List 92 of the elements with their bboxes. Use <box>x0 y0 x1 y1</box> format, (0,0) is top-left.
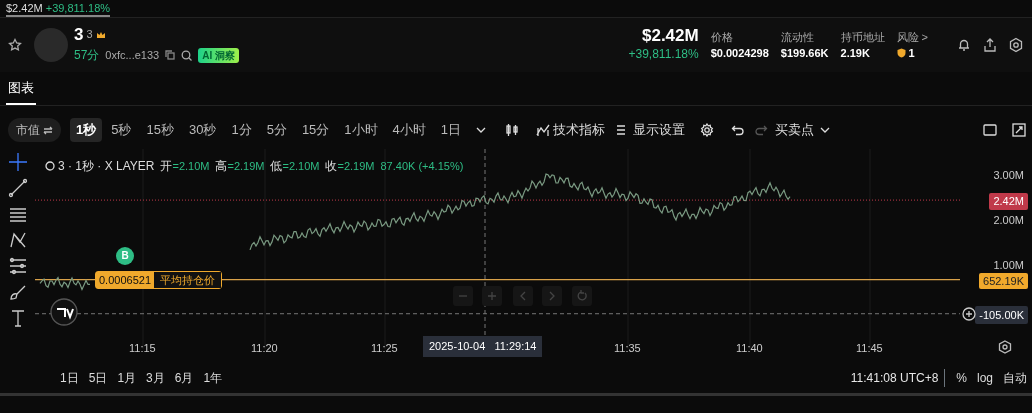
shield-icon <box>896 48 906 59</box>
interval-tab[interactable]: 1分 <box>225 118 258 142</box>
scale-option[interactable]: log <box>972 369 998 387</box>
time-axis-label: 11:40 <box>736 341 763 356</box>
risk-value: 1 <box>908 46 915 61</box>
avatar-placeholder <box>34 28 68 62</box>
ai-insight-badge[interactable]: AI 洞察 <box>198 47 239 63</box>
ticker-price: $2.42M <box>6 1 43 15</box>
range-button[interactable]: 1日 <box>55 369 84 387</box>
trend-line-icon[interactable] <box>7 178 28 198</box>
stat-label: 价格 <box>710 29 734 45</box>
price-axis-label: 2.00M <box>993 213 1024 228</box>
token-name: 3 <box>86 27 93 43</box>
market-cap-toggle[interactable]: 市值 <box>8 118 61 142</box>
indicator-icon <box>536 124 551 136</box>
clock-time: 11:41:08 UTC+8 <box>850 369 946 387</box>
stat-label: 持币地址 <box>840 29 885 45</box>
legend-title: 3 · 1秒 · X LAYER <box>58 158 155 175</box>
price-axis-label: 1.00M <box>993 258 1024 273</box>
average-cost-text: 平均持仓价 <box>154 271 221 289</box>
candles-icon[interactable] <box>505 123 520 137</box>
time-axis-label: 11:35 <box>614 341 641 356</box>
market-cap: $2.42M <box>641 26 699 46</box>
range-button[interactable]: 6月 <box>169 369 199 387</box>
legend-ohlc: 开=2.10M <box>160 158 210 175</box>
interval-tab[interactable]: 5分 <box>260 118 293 142</box>
time-axis-label: 11:25 <box>371 341 398 356</box>
undo-icon[interactable] <box>731 124 746 136</box>
chevron-down-icon[interactable] <box>476 127 487 133</box>
token-age: 57分 <box>74 47 100 64</box>
stat-value: $0.0024298 <box>710 46 769 61</box>
crown-icon <box>95 30 106 39</box>
price-axis-label: 3.00M <box>993 168 1024 183</box>
range-button[interactable]: 1年 <box>198 369 228 387</box>
add-alert-icon[interactable] <box>962 306 976 321</box>
ticker-change: +39,811.18% <box>45 1 111 15</box>
cursor-time-label: 2025-10-04 11:29:14 <box>423 336 543 357</box>
legend-ohlc: 收=2.19M <box>325 158 375 175</box>
token-icon <box>45 161 55 171</box>
fullscreen-icon[interactable] <box>1012 123 1026 137</box>
scale-option[interactable]: % <box>951 369 972 387</box>
interval-tab[interactable]: 1日 <box>434 118 468 142</box>
interval-tab[interactable]: 15秒 <box>140 118 180 142</box>
window-icon[interactable] <box>983 124 997 136</box>
share-icon[interactable] <box>982 37 998 53</box>
current-price-tag: 2.42M <box>989 193 1028 210</box>
swap-icon <box>43 125 53 135</box>
time-axis-label: 11:15 <box>129 341 156 356</box>
settings-icon[interactable] <box>1008 37 1024 53</box>
star-icon[interactable] <box>8 38 22 52</box>
interval-tab[interactable]: 4小时 <box>386 118 432 142</box>
risk-label[interactable]: 风险 > <box>896 28 928 45</box>
stat-label: 流动性 <box>780 29 815 45</box>
range-button[interactable]: 5日 <box>83 369 113 387</box>
legend-ohlc: 低=2.10M <box>270 158 320 175</box>
axis-settings-icon[interactable] <box>998 340 1012 354</box>
pattern-icon[interactable] <box>7 230 28 250</box>
chart-logo-icon <box>50 298 78 326</box>
display-settings-button[interactable]: 显示设置 <box>612 120 690 140</box>
interval-tab[interactable]: 15分 <box>295 118 336 142</box>
interval-tab[interactable]: 1小时 <box>338 118 384 142</box>
time-axis-label: 11:20 <box>251 341 278 356</box>
market-cap-change: +39,811.18% <box>628 46 699 64</box>
buy-marker: B <box>116 247 134 265</box>
crosshair-icon[interactable] <box>7 152 28 172</box>
chevron-down-icon <box>820 127 831 133</box>
stat-value: $199.66K <box>780 46 829 61</box>
range-button[interactable]: 3月 <box>141 369 170 387</box>
sliders-icon[interactable] <box>7 256 28 276</box>
redo-icon[interactable] <box>754 124 769 136</box>
range-button[interactable]: 1月 <box>112 369 142 387</box>
search-icon[interactable] <box>181 49 193 61</box>
alert-bell-icon[interactable] <box>956 37 972 53</box>
interval-tab[interactable]: 30秒 <box>182 118 223 142</box>
gear-icon[interactable] <box>700 123 715 137</box>
copy-icon[interactable] <box>165 50 176 60</box>
time-axis-label: 11:45 <box>856 341 883 356</box>
scale-option[interactable]: 自动 <box>998 369 1032 387</box>
legend-ohlc: 高=2.19M <box>215 158 265 175</box>
trade-points-button[interactable]: 买卖点 <box>771 120 835 140</box>
average-cost-value: 0.0006521 <box>96 271 154 289</box>
interval-tab[interactable]: 5秒 <box>105 118 138 142</box>
legend-change: 87.40K (+4.15%) <box>380 158 464 174</box>
token-symbol: 3 <box>74 26 84 43</box>
average-cost-tag: 652.19K <box>979 272 1028 290</box>
price-line-drawing <box>39 276 91 292</box>
token-address: 0xfc...e133 <box>105 47 160 63</box>
indicators-button[interactable]: 技术指标 <box>532 120 610 140</box>
interval-tab[interactable]: 1秒 <box>70 118 103 142</box>
cursor-price-tag: -105.00K <box>975 305 1028 325</box>
stat-value: 2.19K <box>840 46 871 61</box>
chart-tab[interactable]: 图表 <box>6 72 36 105</box>
